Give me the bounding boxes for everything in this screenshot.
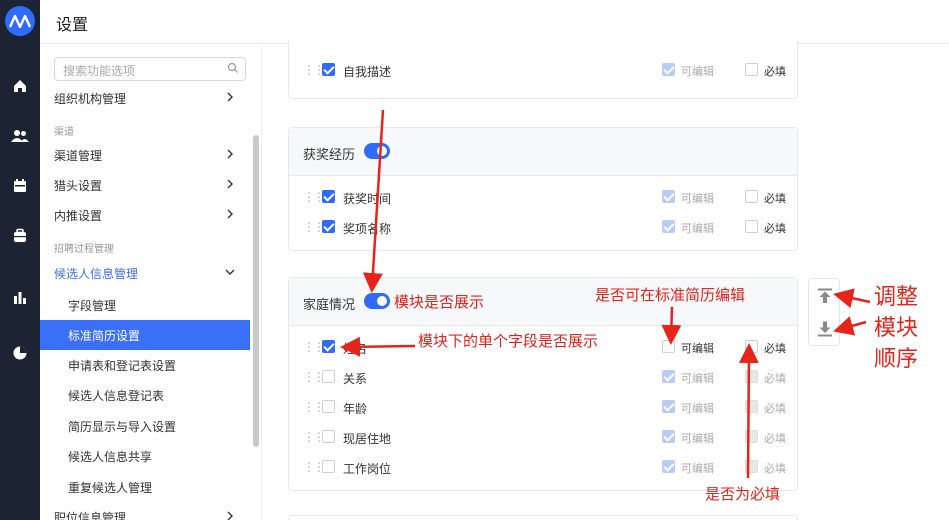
annotation-editable: 是否可在标准简历编辑 xyxy=(595,286,746,304)
annotation-field-display: 模块下的单个字段是否展示 xyxy=(418,332,599,350)
annotation-reorder-3: 顺序 xyxy=(874,347,919,372)
annotation-arrows xyxy=(340,109,871,479)
annotation-required: 是否为必填 xyxy=(705,485,781,503)
annotation-reorder-2: 模块 xyxy=(874,316,919,341)
annotation-reorder-1: 调整 xyxy=(874,285,919,310)
annotation-module-display: 模块是否展示 xyxy=(394,293,485,311)
